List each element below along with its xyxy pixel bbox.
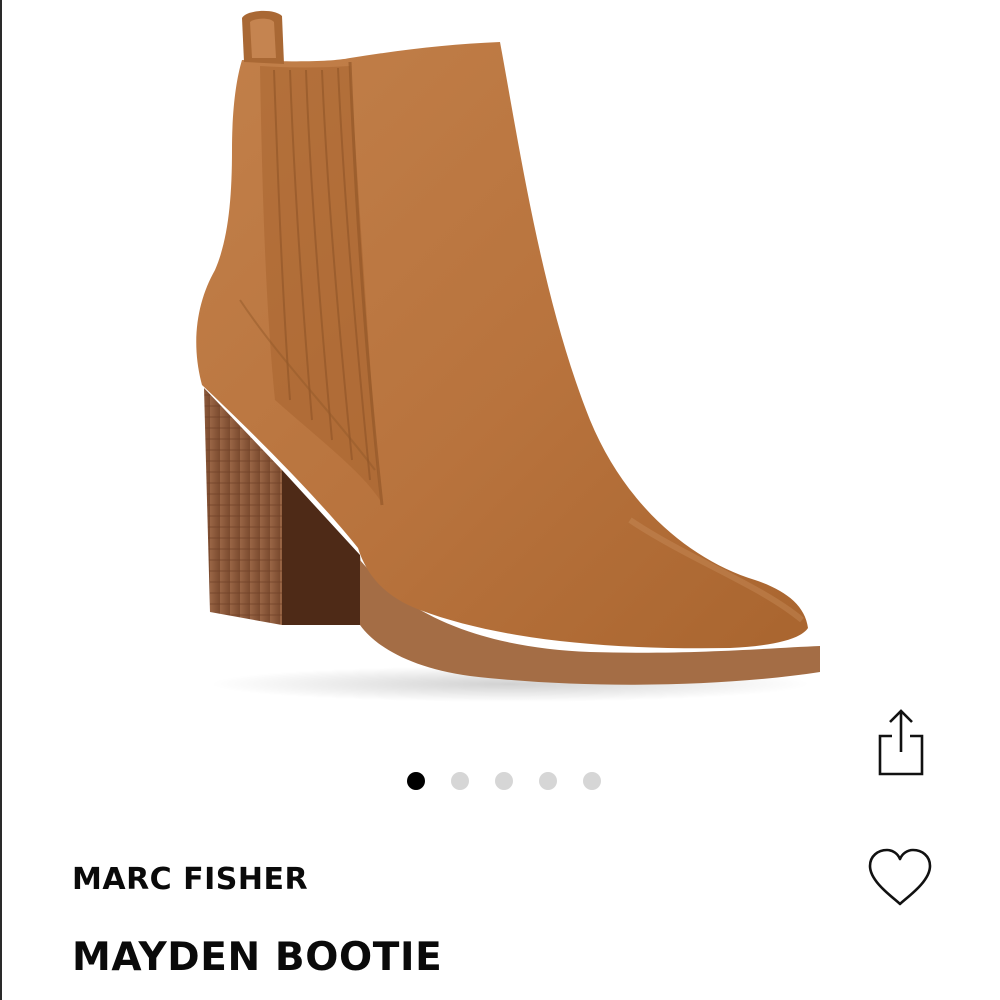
brand-name[interactable]: MARC FISHER — [72, 860, 308, 900]
image-carousel-indicator — [407, 772, 601, 790]
carousel-dot-3[interactable] — [495, 772, 513, 790]
carousel-dot-1[interactable] — [407, 772, 425, 790]
share-button[interactable] — [872, 706, 930, 778]
heart-outline-icon — [868, 848, 932, 906]
product-detail-screen: MARC FISHER MAYDEN BOOTIE — [0, 0, 1000, 1000]
carousel-dot-4[interactable] — [539, 772, 557, 790]
bootie-illustration — [196, 10, 820, 702]
screen-edge-divider — [0, 0, 2, 1000]
carousel-dot-2[interactable] — [451, 772, 469, 790]
favorite-button[interactable] — [866, 846, 934, 910]
product-image[interactable] — [170, 0, 840, 720]
product-title: MAYDEN BOOTIE — [72, 935, 443, 980]
carousel-dot-5[interactable] — [583, 772, 601, 790]
share-icon — [878, 709, 924, 776]
